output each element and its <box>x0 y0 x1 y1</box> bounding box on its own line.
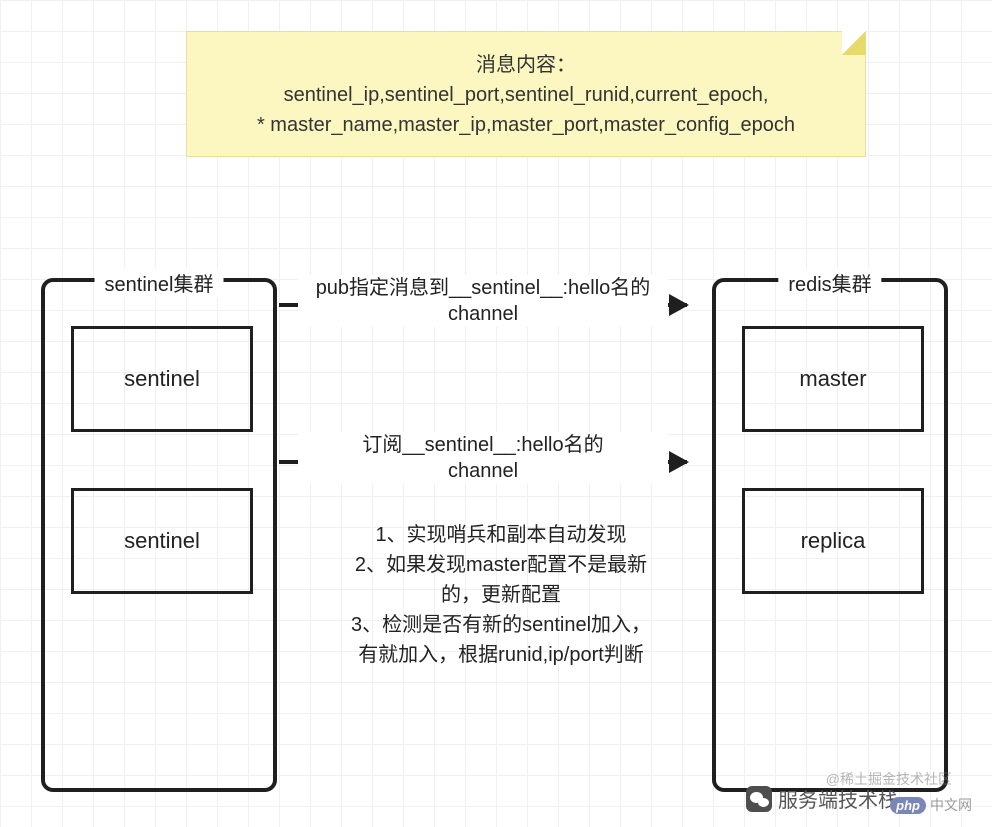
php-tag-icon: php <box>890 797 926 814</box>
message-note: 消息内容： sentinel_ip,sentinel_port,sentinel… <box>186 31 866 157</box>
note-line2: * master_name,master_ip,master_port,mast… <box>197 110 855 140</box>
pub-arrow-label: pub指定消息到__sentinel__:hello名的 channel <box>298 275 668 327</box>
sentinel-cluster-frame: sentinel集群 sentinel sentinel <box>41 278 277 792</box>
brand-watermark-text: 服务端技术栈 <box>778 784 898 813</box>
note-line1: sentinel_ip,sentinel_port,sentinel_runid… <box>197 80 855 110</box>
pub-arrow: pub指定消息到__sentinel__:hello名的 channel <box>279 303 687 307</box>
pub-arrow-label-line1: pub指定消息到__sentinel__:hello名的 <box>306 275 660 301</box>
note-item-2: 2、如果发现master配置不是最新的，更新配置 <box>346 550 656 610</box>
sub-arrow: 订阅__sentinel__:hello名的 channel <box>279 460 687 464</box>
wechat-icon <box>746 786 772 812</box>
sub-arrow-label: 订阅__sentinel__:hello名的 channel <box>298 432 668 484</box>
sentinel-cluster-title: sentinel集群 <box>95 268 224 297</box>
site-watermark: php中文网 <box>890 795 972 815</box>
redis-cluster-title: redis集群 <box>778 268 881 297</box>
note-item-1: 1、实现哨兵和副本自动发现 <box>346 520 656 550</box>
sentinel-box-1-label: sentinel <box>124 366 200 392</box>
pub-arrow-label-line2: channel <box>306 301 660 327</box>
sub-arrow-label-line1: 订阅__sentinel__:hello名的 <box>306 432 660 458</box>
note-title: 消息内容： <box>197 50 855 80</box>
site-watermark-suffix: 中文网 <box>930 797 972 813</box>
replica-box-label: replica <box>801 528 866 554</box>
sentinel-box-2-label: sentinel <box>124 528 200 554</box>
sentinel-box-2: sentinel <box>71 488 253 594</box>
master-box-label: master <box>799 366 866 392</box>
replica-box: replica <box>742 488 924 594</box>
brand-watermark: 服务端技术栈 <box>746 784 898 813</box>
diagram-canvas: 消息内容： sentinel_ip,sentinel_port,sentinel… <box>0 0 992 827</box>
sub-arrow-label-line2: channel <box>306 458 660 484</box>
sentinel-box-1: sentinel <box>71 326 253 432</box>
master-box: master <box>742 326 924 432</box>
note-item-3: 3、检测是否有新的sentinel加入，有就加入，根据runid,ip/port… <box>346 610 656 670</box>
note-fold-icon <box>842 31 866 55</box>
explanation-notes: 1、实现哨兵和副本自动发现 2、如果发现master配置不是最新的，更新配置 3… <box>346 520 656 670</box>
redis-cluster-frame: redis集群 master replica <box>712 278 948 792</box>
